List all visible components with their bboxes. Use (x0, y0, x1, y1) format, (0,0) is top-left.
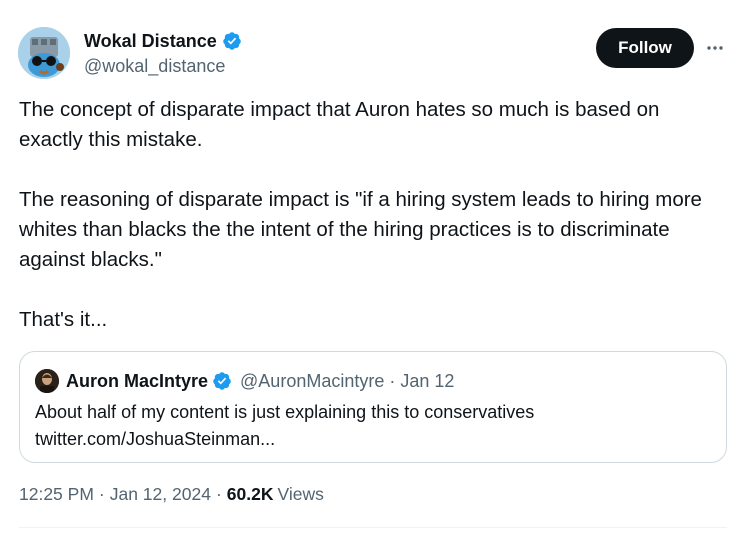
verified-badge-icon (212, 371, 232, 391)
author-name[interactable]: Wokal Distance (84, 31, 217, 52)
verified-badge-icon (222, 31, 242, 51)
views-count: 60.2K (226, 484, 274, 504)
tweet-date[interactable]: Jan 12, 2024 (110, 484, 211, 505)
quoted-tweet-text: About half of my content is just explain… (35, 399, 715, 453)
quoted-tweet[interactable]: Auron MacIntyre @AuronMacintyre · Jan 12… (19, 351, 727, 463)
tweet-paragraph: That's it... (19, 308, 108, 331)
separator-dot: · (215, 484, 222, 504)
quoted-handle-date: @AuronMacintyre · Jan 12 (240, 370, 455, 391)
views-label: Views (277, 484, 324, 504)
author-handle[interactable]: @wokal_distance (84, 56, 242, 77)
quoted-author-avatar (35, 369, 59, 393)
author-avatar[interactable] (18, 27, 70, 79)
tweet-body: The concept of disparate impact that Aur… (19, 95, 719, 335)
quoted-tweet-header: Auron MacIntyre @AuronMacintyre · Jan 12 (35, 369, 454, 393)
author-block: Wokal Distance @wokal_distance (84, 29, 242, 77)
tweet-paragraph: The reasoning of disparate impact is "if… (19, 188, 702, 271)
quoted-text-line: About half of my content is just explain… (35, 402, 535, 422)
quoted-link: twitter.com/JoshuaSteinman... (35, 429, 276, 449)
quoted-author-name: Auron MacIntyre (66, 370, 209, 391)
tweet-card: Wokal Distance @wokal_distance Follow Th… (0, 0, 749, 543)
separator-dot: · (98, 484, 105, 504)
divider (19, 527, 727, 528)
tweet-time[interactable]: 12:25 PM (19, 484, 94, 505)
tweet-meta: 12:25 PM · Jan 12, 2024 · 60.2K Views (19, 484, 324, 505)
tweet-paragraph: The concept of disparate impact that Aur… (19, 98, 660, 151)
follow-button[interactable]: Follow (596, 28, 694, 68)
more-options-icon[interactable] (703, 36, 727, 60)
